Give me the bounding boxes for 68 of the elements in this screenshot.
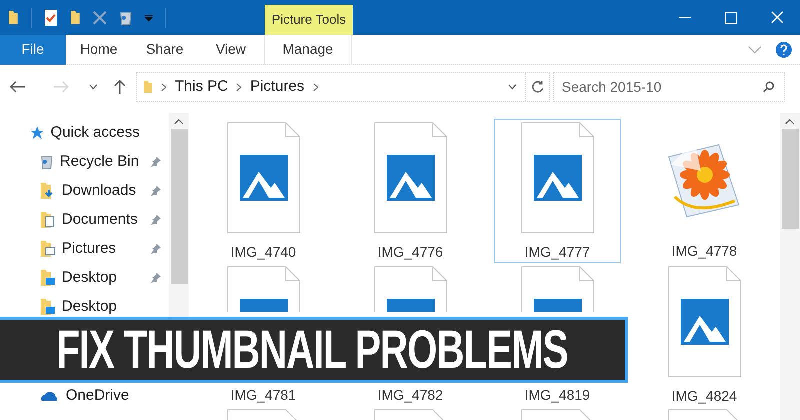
chevron-down-icon[interactable] bbox=[89, 84, 98, 90]
pin-icon bbox=[150, 184, 162, 196]
close-icon[interactable] bbox=[770, 11, 784, 24]
file-name: IMG_4781 bbox=[230, 386, 296, 405]
breadcrumb[interactable]: This PC bbox=[175, 76, 228, 98]
file-tile[interactable]: IMG_4777 bbox=[494, 119, 621, 263]
back-arrow-icon[interactable] bbox=[10, 81, 26, 93]
chevron-down-icon[interactable] bbox=[508, 84, 517, 90]
pin-icon bbox=[150, 156, 162, 168]
star-icon bbox=[30, 124, 45, 140]
file-name: IMG_4740 bbox=[230, 243, 296, 262]
refresh-icon[interactable] bbox=[530, 80, 544, 94]
sidebar-item[interactable]: Pictures bbox=[40, 240, 150, 258]
ribbon-tab[interactable]: Share bbox=[132, 34, 198, 64]
recycle-bin-icon bbox=[119, 10, 133, 26]
chevron-right-icon[interactable] bbox=[312, 82, 319, 92]
up-arrow-icon[interactable] bbox=[114, 79, 126, 95]
ribbon-tab[interactable]: File bbox=[0, 34, 66, 64]
pictures-folder-icon bbox=[40, 240, 56, 258]
ribbon-tab[interactable]: Manage bbox=[264, 34, 352, 64]
image-file-icon bbox=[226, 266, 300, 312]
scrollbar[interactable] bbox=[169, 113, 189, 317]
picture-tools-label: Picture Tools bbox=[265, 5, 353, 35]
pin-icon bbox=[150, 272, 162, 284]
scroll-up-icon[interactable] bbox=[174, 119, 184, 125]
sidebar-item[interactable]: Documents bbox=[40, 210, 150, 228]
breadcrumb[interactable]: Pictures bbox=[250, 76, 305, 98]
scrollbar[interactable] bbox=[780, 113, 800, 420]
pin-icon bbox=[150, 214, 162, 226]
ribbon-tab[interactable]: View bbox=[198, 34, 264, 64]
sidebar-item[interactable]: OneDrive bbox=[40, 386, 150, 404]
new-folder-icon bbox=[70, 10, 81, 26]
file-name: IMG_4776 bbox=[378, 243, 444, 262]
image-file-icon bbox=[520, 122, 594, 234]
file-name: IMG_4819 bbox=[524, 386, 590, 405]
search-field[interactable]: Search 2015-10 bbox=[553, 72, 785, 102]
image-file-icon bbox=[668, 266, 742, 378]
recycle-bin-icon bbox=[40, 154, 54, 170]
file-name: IMG_4777 bbox=[524, 243, 590, 262]
dropdown-icon[interactable] bbox=[145, 14, 153, 22]
file-name: IMG_4824 bbox=[672, 387, 738, 406]
properties-icon[interactable] bbox=[44, 8, 58, 26]
folder-icon bbox=[8, 10, 19, 26]
file-name: IMG_4782 bbox=[378, 386, 444, 405]
sidebar-item[interactable]: Desktop bbox=[40, 268, 150, 286]
sidebar-item[interactable]: Recycle Bin bbox=[40, 152, 150, 170]
sidebar-item[interactable]: Desktop bbox=[40, 298, 150, 316]
file-name: IMG_4778 bbox=[672, 242, 738, 261]
cloud-icon bbox=[40, 390, 60, 402]
folder-icon bbox=[143, 80, 153, 94]
pin-icon bbox=[150, 242, 162, 254]
sidebar-item[interactable]: Quick access bbox=[30, 124, 140, 142]
search-icon bbox=[763, 81, 775, 93]
help-icon[interactable] bbox=[776, 42, 792, 58]
banner-title: FIX THUMBNAIL PROBLEMS bbox=[56, 323, 568, 377]
scroll-up-icon[interactable] bbox=[785, 119, 795, 125]
image-file-icon bbox=[226, 122, 300, 234]
ribbon-tab[interactable]: Home bbox=[66, 34, 132, 64]
chevron-right-icon[interactable] bbox=[236, 82, 242, 92]
documents-folder-icon bbox=[40, 210, 56, 228]
image-file-icon bbox=[374, 266, 448, 312]
sidebar-item[interactable]: Downloads bbox=[40, 182, 150, 200]
desktop-folder-icon bbox=[40, 298, 56, 316]
image-file-icon bbox=[520, 266, 594, 312]
chevron-right-icon[interactable] bbox=[161, 82, 167, 92]
address-bar[interactable]: This PC Pictures bbox=[136, 72, 550, 102]
image-file-icon bbox=[374, 122, 448, 234]
desktop-folder-icon bbox=[40, 268, 56, 286]
